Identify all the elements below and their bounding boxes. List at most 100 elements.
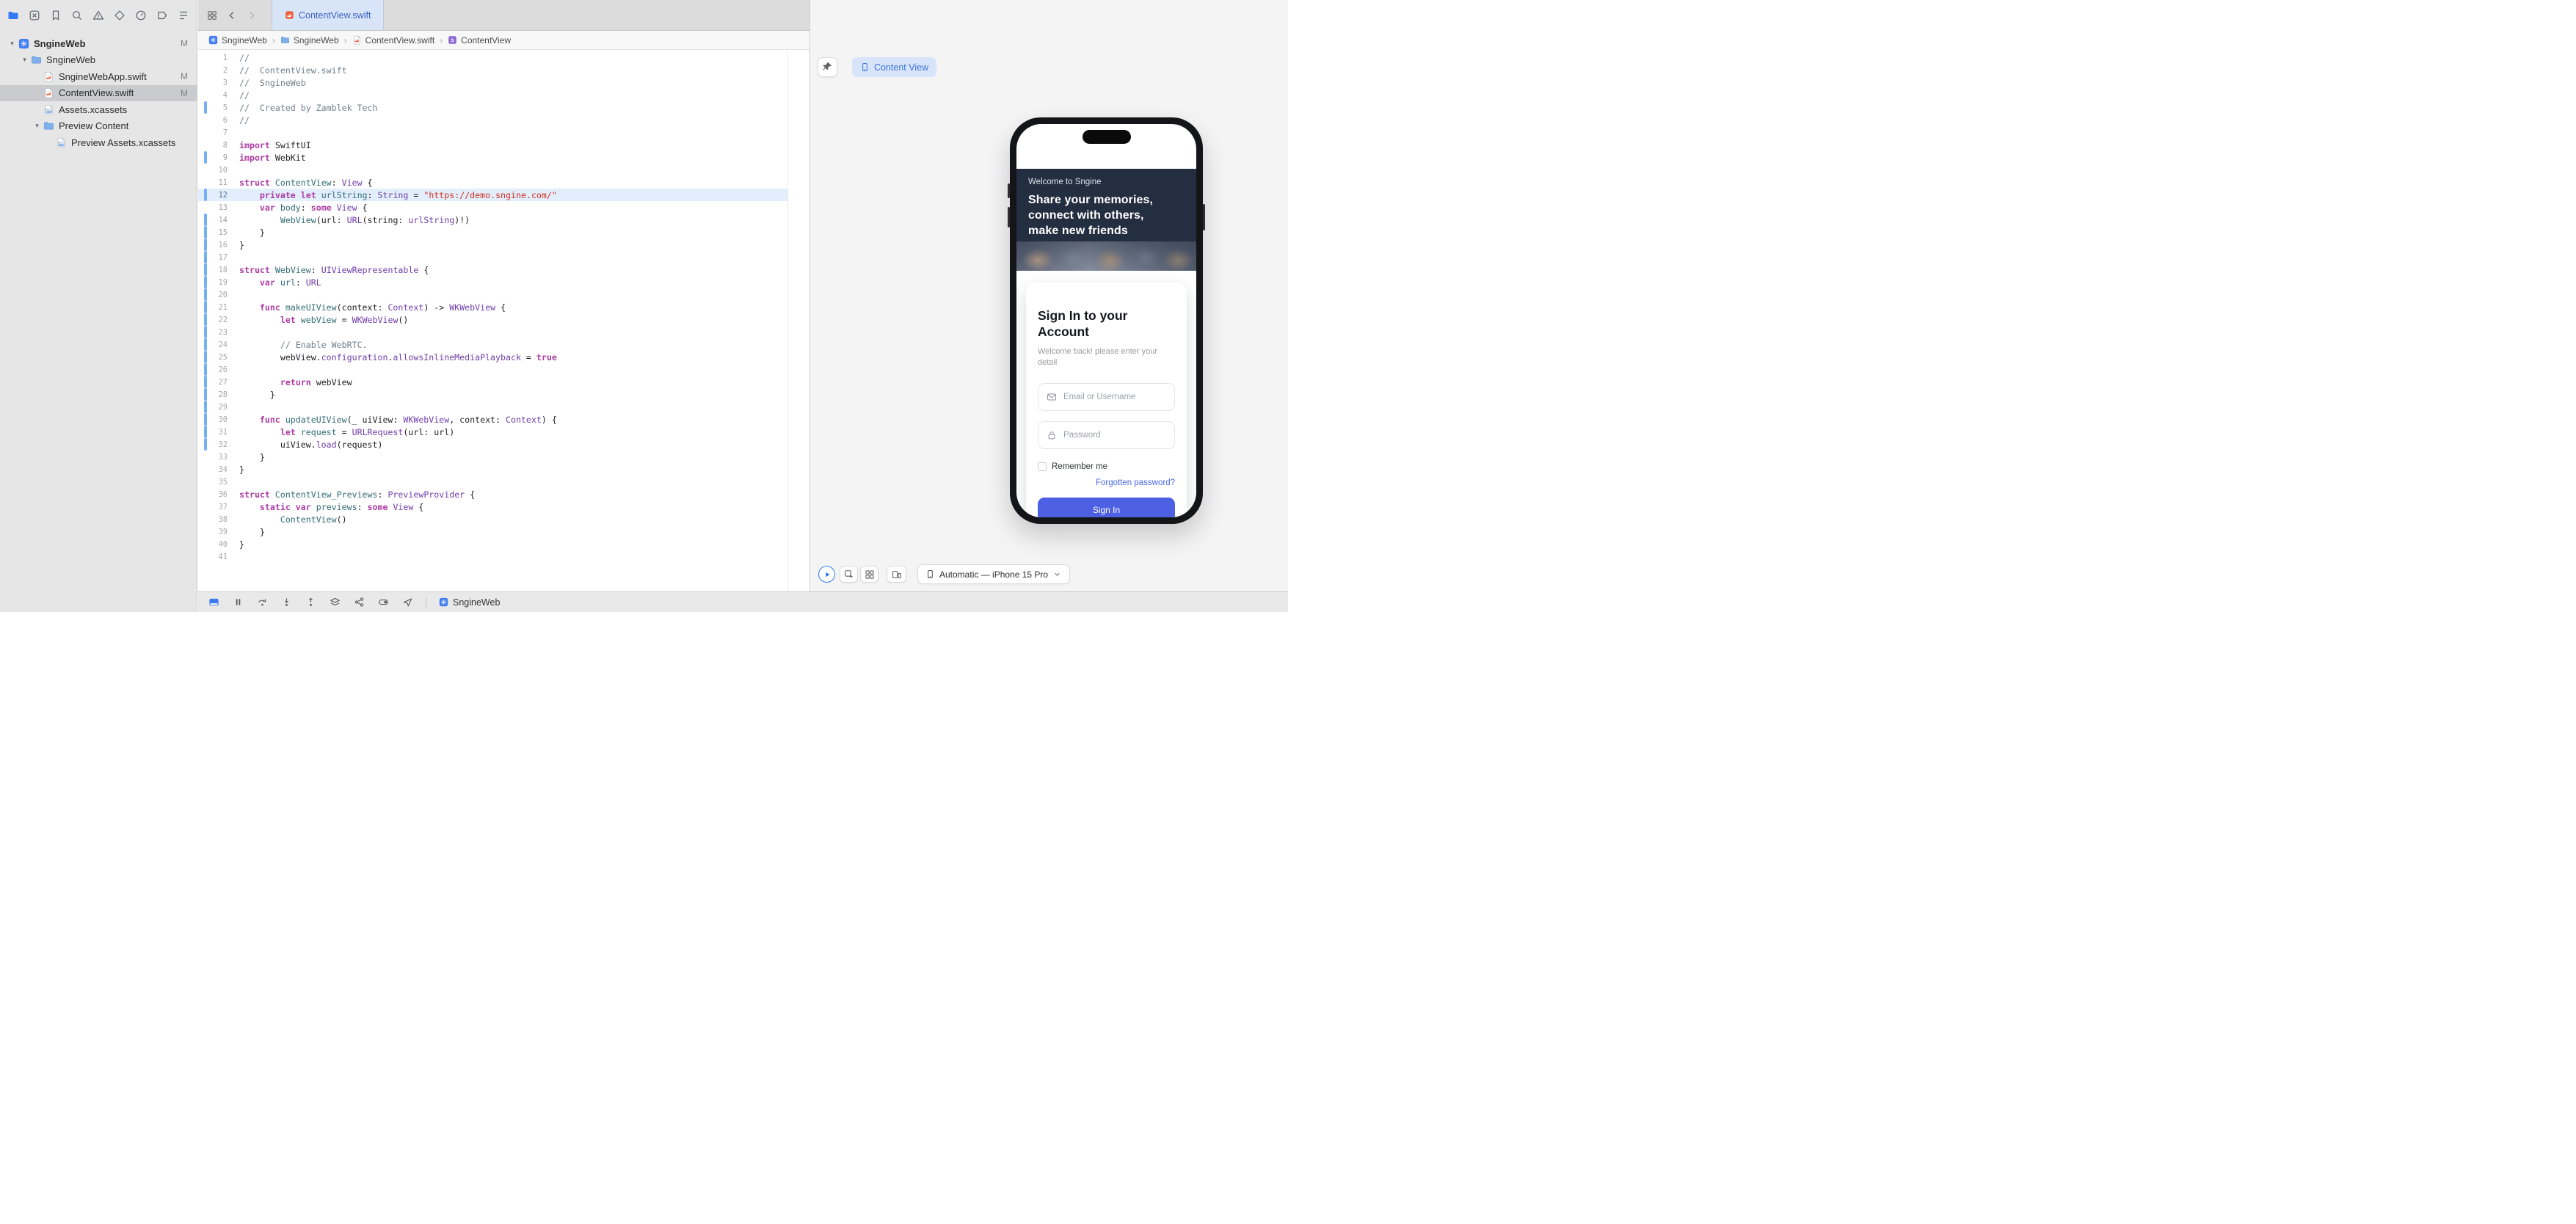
code-line-37[interactable]: 37 static var previews: some View { (198, 500, 787, 513)
line-number[interactable]: 32 (207, 440, 228, 449)
email-input[interactable] (1063, 393, 1166, 401)
line-number[interactable]: 18 (207, 266, 228, 274)
tree-item-preview-assets-xcassets[interactable]: Preview Assets.xcassets (0, 134, 197, 151)
line-number[interactable]: 21 (207, 303, 228, 312)
tree-item-preview-content[interactable]: ▾ Preview Content (0, 118, 197, 135)
disclosure-triangle[interactable]: ▾ (18, 56, 31, 64)
code-text[interactable]: let webView = WKWebView() (239, 315, 409, 325)
code-text[interactable]: // SngineWeb (239, 78, 306, 88)
code-line-1[interactable]: 1 // (198, 51, 787, 64)
code-line-2[interactable]: 2 // ContentView.swift (198, 64, 787, 76)
simulate-location-button[interactable] (401, 597, 413, 608)
code-text[interactable]: } (239, 452, 265, 462)
line-number[interactable]: 23 (207, 328, 228, 337)
line-number[interactable]: 26 (207, 365, 228, 374)
line-number[interactable]: 5 (207, 103, 228, 112)
code-text[interactable]: func updateUIView(_ uiView: WKWebView, c… (239, 415, 557, 425)
code-text[interactable]: // (239, 53, 250, 63)
forgot-password-link[interactable]: Forgotten password? (1038, 478, 1175, 487)
line-number[interactable]: 39 (207, 528, 228, 536)
remember-checkbox[interactable] (1038, 462, 1047, 471)
reports-navigator-icon[interactable] (177, 9, 190, 22)
breadcrumb-item-contentview[interactable]: S ContentView (448, 35, 511, 45)
code-line-26[interactable]: 26 (198, 363, 787, 376)
tree-item-contentview-swift[interactable]: ContentView.swift M (0, 84, 197, 101)
memory-graph-button[interactable] (353, 597, 365, 608)
code-text[interactable]: import WebKit (239, 153, 306, 163)
device-settings-button[interactable] (887, 566, 906, 583)
code-line-14[interactable]: 14 WebView(url: URL(string: urlString)!) (198, 214, 787, 226)
code-text[interactable]: // (239, 90, 250, 101)
code-text[interactable]: var url: URL (239, 277, 321, 288)
code-line-27[interactable]: 27 return webView (198, 376, 787, 388)
line-number[interactable]: 36 (207, 490, 228, 499)
issues-navigator-icon[interactable] (92, 9, 105, 22)
line-number[interactable]: 24 (207, 340, 228, 349)
code-text[interactable]: struct ContentView: View { (239, 178, 373, 188)
pin-preview-button[interactable] (818, 57, 837, 77)
code-line-30[interactable]: 30 func updateUIView(_ uiView: WKWebView… (198, 413, 787, 426)
code-line-22[interactable]: 22 let webView = WKWebView() (198, 313, 787, 326)
code-line-16[interactable]: 16} (198, 238, 787, 251)
code-text[interactable]: webView.configuration.allowsInlineMediaP… (239, 352, 557, 363)
line-number[interactable]: 6 (207, 116, 228, 125)
line-number[interactable]: 7 (207, 128, 228, 137)
line-number[interactable]: 25 (207, 353, 228, 362)
code-line-18[interactable]: 18 struct WebView: UIViewRepresentable { (198, 263, 787, 276)
line-number[interactable]: 10 (207, 166, 228, 175)
code-text[interactable]: } (239, 390, 275, 400)
source-editor[interactable]: 1 // 2 // ContentView.swift 3 // SngineWeb 4 //… (198, 50, 809, 591)
editor-layout-icon[interactable] (207, 10, 217, 21)
code-line-13[interactable]: 13 var body: some View { (198, 201, 787, 214)
code-line-17[interactable]: 17 (198, 251, 787, 263)
step-over-button[interactable] (256, 597, 268, 608)
code-text[interactable]: import SwiftUI (239, 140, 311, 150)
debug-navigator-icon[interactable] (134, 9, 148, 22)
password-field[interactable] (1038, 421, 1175, 449)
line-number[interactable]: 30 (207, 415, 228, 424)
code-text[interactable]: } (239, 527, 265, 537)
code-line-23[interactable]: 23 (198, 326, 787, 338)
forward-button[interactable] (247, 10, 257, 21)
preview-target-chip[interactable]: Content View (852, 57, 937, 77)
code-line-20[interactable]: 20 (198, 288, 787, 301)
line-number[interactable]: 13 (207, 203, 228, 212)
device-picker[interactable]: Automatic — iPhone 15 Pro (917, 564, 1071, 584)
code-line-34[interactable]: 34} (198, 463, 787, 476)
step-out-button[interactable] (305, 597, 316, 608)
code-line-9[interactable]: 9 import WebKit (198, 151, 787, 164)
line-number[interactable]: 17 (207, 253, 228, 262)
code-text[interactable]: // Enable WebRTC. (239, 340, 368, 350)
code-line-4[interactable]: 4 // (198, 89, 787, 101)
line-number[interactable]: 11 (207, 178, 228, 187)
variants-grid-button[interactable] (860, 566, 878, 583)
project-navigator-icon[interactable] (7, 9, 20, 22)
code-line-3[interactable]: 3 // SngineWeb (198, 76, 787, 89)
back-button[interactable] (227, 10, 237, 21)
code-line-32[interactable]: 32 uiView.load(request) (198, 438, 787, 451)
scheme-indicator[interactable]: SngineWeb (439, 597, 500, 608)
line-number[interactable]: 29 (207, 403, 228, 412)
tree-item-snginewebapp-swift[interactable]: SngineWebApp.swift M (0, 68, 197, 85)
code-line-12[interactable]: 12 private let urlString: String = "http… (198, 189, 787, 201)
code-text[interactable]: var body: some View { (239, 203, 368, 213)
line-number[interactable]: 35 (207, 478, 228, 487)
line-number[interactable]: 12 (207, 191, 228, 200)
breakpoints-navigator-icon[interactable] (156, 9, 169, 22)
code-line-10[interactable]: 10 (198, 164, 787, 176)
code-line-40[interactable]: 40} (198, 538, 787, 550)
line-number[interactable]: 15 (207, 228, 228, 237)
code-text[interactable]: uiView.load(request) (239, 440, 383, 450)
line-number[interactable]: 37 (207, 503, 228, 511)
code-line-8[interactable]: 8 import SwiftUI (198, 139, 787, 151)
environment-overrides-button[interactable] (377, 597, 389, 608)
code-line-35[interactable]: 35 (198, 476, 787, 488)
tests-navigator-icon[interactable] (113, 9, 126, 22)
code-line-28[interactable]: 28 } (198, 388, 787, 401)
line-number[interactable]: 22 (207, 316, 228, 324)
line-number[interactable]: 33 (207, 453, 228, 462)
tree-item-sngineweb[interactable]: ▾ SngineWeb (0, 52, 197, 69)
code-line-7[interactable]: 7 (198, 126, 787, 139)
code-text[interactable]: // Created by Zamblek Tech (239, 103, 377, 113)
line-number[interactable]: 9 (207, 153, 228, 162)
